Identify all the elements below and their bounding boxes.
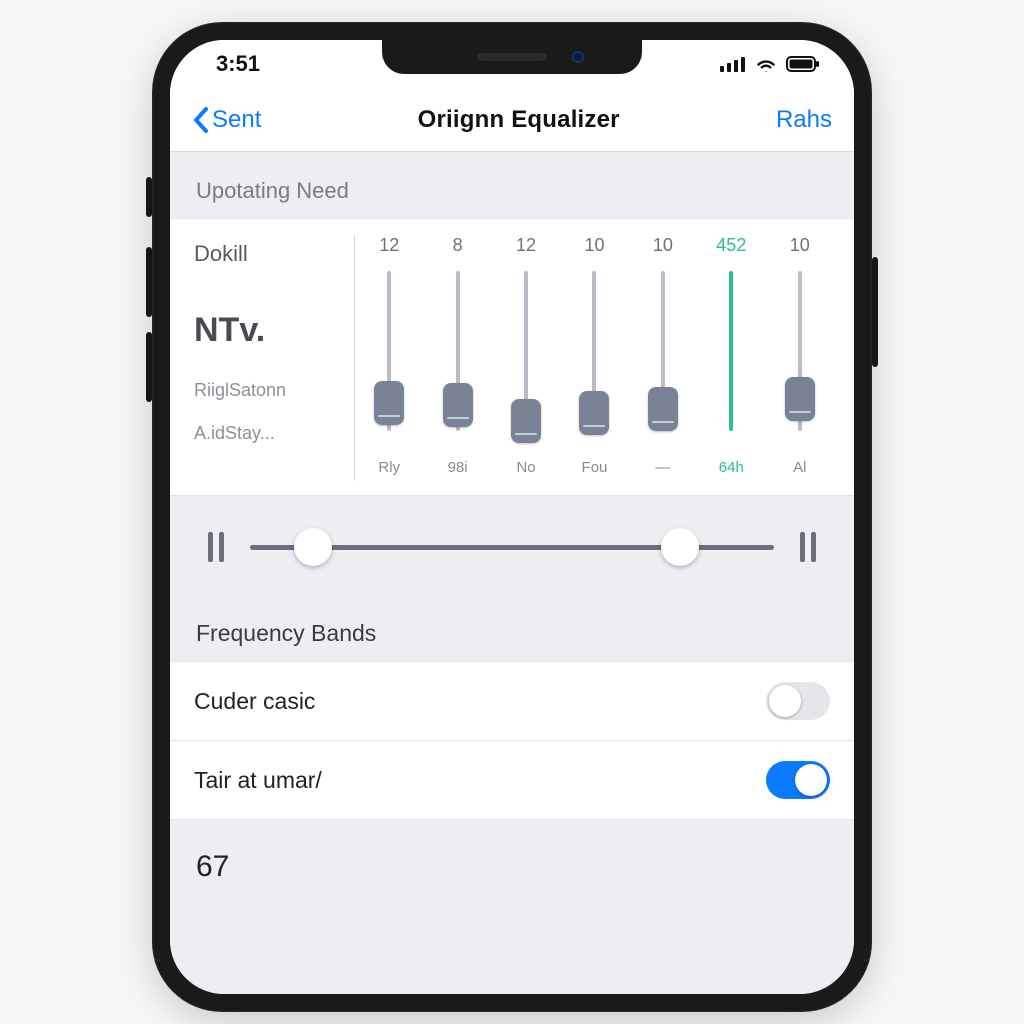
phone-volume-down: [146, 332, 152, 402]
eq-band-3[interactable]: 10 Fou: [560, 235, 628, 481]
eq-band-0[interactable]: 12 Rly: [355, 235, 423, 481]
eq-knob[interactable]: [374, 381, 404, 425]
eq-label-sub1: RiiglSatonn: [194, 380, 344, 401]
eq-band-label: No: [516, 459, 535, 481]
eq-band-6[interactable]: 10 Al: [766, 235, 834, 481]
eq-band-label: —: [655, 459, 670, 481]
speaker-grille: [477, 53, 547, 61]
setting-row-1: Tair at umar/: [170, 740, 854, 820]
screen: 3:51: [170, 40, 854, 994]
status-time: 3:51: [216, 51, 260, 77]
eq-band-value: 8: [453, 235, 463, 261]
nav-bar: Sent Oriignn Equalizer Rahs: [170, 88, 854, 152]
chevron-left-icon: [192, 106, 210, 134]
eq-band-value: 10: [584, 235, 604, 261]
setting-toggle[interactable]: [766, 682, 830, 720]
setting-label: Tair at umar/: [194, 767, 322, 794]
range-thumb-right[interactable]: [661, 528, 699, 566]
phone-mute-switch: [146, 177, 152, 217]
eq-band-5[interactable]: 452 64h: [697, 235, 765, 481]
toggle-knob: [769, 685, 801, 717]
eq-band-value: 12: [516, 235, 536, 261]
eq-knob[interactable]: [443, 383, 473, 427]
range-slider[interactable]: [250, 545, 774, 550]
eq-band-value: 452: [716, 235, 746, 261]
eq-band-label: Al: [793, 459, 806, 481]
eq-knob[interactable]: [648, 387, 678, 431]
setting-row-0: Cuder casic: [170, 661, 854, 740]
eq-knob[interactable]: [785, 377, 815, 421]
notch: [382, 40, 642, 74]
nav-action-button[interactable]: Rahs: [776, 106, 832, 134]
equalizer-card: Dokill NTv. RiiglSatonn A.idStay... 12 Rl…: [170, 218, 854, 496]
eq-band-slider[interactable]: [560, 261, 628, 451]
eq-band-slider[interactable]: [423, 261, 491, 451]
eq-band-2[interactable]: 12 No: [492, 235, 560, 481]
eq-label-sub2: A.idStay...: [194, 423, 344, 444]
setting-label: Cuder casic: [194, 688, 315, 715]
eq-knob[interactable]: [511, 399, 541, 443]
wifi-icon: [754, 56, 778, 72]
eq-band-value: 10: [790, 235, 810, 261]
setting-toggle[interactable]: [766, 761, 830, 799]
eq-track: [729, 271, 733, 431]
stage: 3:51: [0, 0, 1024, 1024]
range-slider-row: [170, 496, 854, 598]
back-label: Sent: [212, 106, 261, 134]
toggle-knob: [795, 764, 827, 796]
content: Upotating Need Dokill NTv. RiiglSatonn A…: [170, 152, 854, 994]
back-button[interactable]: Sent: [192, 106, 261, 134]
eq-label-nt: NTv.: [194, 311, 344, 350]
eq-band-slider[interactable]: [629, 261, 697, 451]
eq-band-label: Rly: [378, 459, 400, 481]
section-header: Upotating Need: [170, 152, 854, 218]
eq-band-value: 10: [653, 235, 673, 261]
eq-band-value: 12: [379, 235, 399, 261]
status-icons: [720, 56, 820, 72]
range-thumb-left[interactable]: [294, 528, 332, 566]
eq-band-slider[interactable]: [355, 261, 423, 451]
phone-frame: 3:51: [152, 22, 872, 1012]
phone-volume-up: [146, 247, 152, 317]
eq-band-label: 98i: [448, 459, 468, 481]
eq-band-slider[interactable]: [766, 261, 834, 451]
list-header: Frequency Bands: [170, 598, 854, 661]
eq-band-label: 64h: [719, 459, 744, 481]
equalizer-info: Dokill NTv. RiiglSatonn A.idStay...: [194, 235, 344, 481]
phone-power-button: [872, 257, 878, 367]
eq-band-slider[interactable]: [492, 261, 560, 451]
eq-label-dokill: Dokill: [194, 241, 344, 267]
bottom-number: 67: [170, 820, 854, 884]
eq-band-1[interactable]: 8 98i: [423, 235, 491, 481]
eq-knob[interactable]: [579, 391, 609, 435]
cellular-icon: [720, 56, 746, 72]
equalizer-sliders: 12 Rly 8 98i 12 No 10 Fou 10 — 452 64h 10 Al: [354, 235, 834, 481]
range-max-icon: [800, 532, 816, 562]
front-camera: [572, 51, 584, 63]
eq-band-4[interactable]: 10 —: [629, 235, 697, 481]
page-title: Oriignn Equalizer: [418, 106, 620, 134]
eq-band-label: Fou: [582, 459, 608, 481]
eq-band-slider[interactable]: [697, 261, 765, 451]
battery-icon: [786, 56, 820, 72]
range-min-icon: [208, 532, 224, 562]
